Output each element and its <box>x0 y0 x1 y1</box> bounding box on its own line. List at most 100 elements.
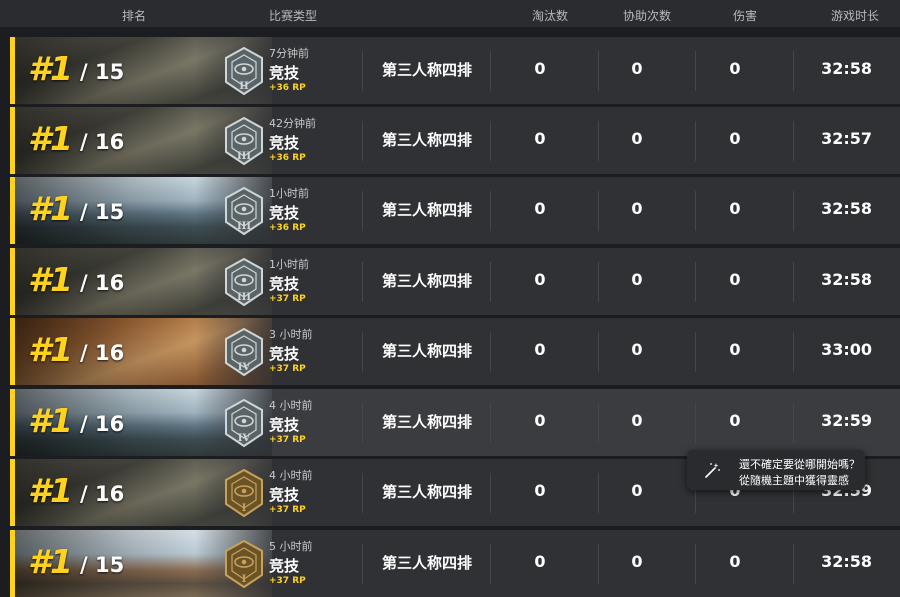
column-divider <box>362 473 363 513</box>
damage-value: 0 <box>729 552 741 571</box>
header-match-type: 比赛类型 <box>269 9 318 23</box>
placement-total: / 16 <box>80 482 125 506</box>
match-row[interactable]: #1 / 15 I 5 小时前 竞技 +37 RP 第三人称四排 0 0 0 32:58 <box>10 530 900 597</box>
column-divider <box>490 403 491 443</box>
table-header: 排名 比赛类型 淘汰数 协助次数 伤害 游戏时长 <box>0 0 900 27</box>
column-divider <box>598 191 599 231</box>
rp-gain: +37 RP <box>269 294 306 304</box>
rank-badge-icon: III <box>218 115 270 167</box>
rank-badge-icon: III <box>218 256 270 308</box>
kills-value: 0 <box>534 340 546 359</box>
svg-text:IV: IV <box>238 433 251 444</box>
column-divider <box>793 544 794 584</box>
rank-badge-icon: I <box>218 538 270 590</box>
svg-text:IV: IV <box>238 362 251 373</box>
assists-value: 0 <box>631 270 643 289</box>
rp-gain: +36 RP <box>269 83 306 93</box>
match-type: 第三人称四排 <box>382 413 473 431</box>
column-divider <box>490 332 491 372</box>
match-time-ago: 1小时前 <box>269 258 309 271</box>
match-time-ago: 5 小时前 <box>269 540 313 553</box>
column-divider <box>598 473 599 513</box>
column-divider <box>598 544 599 584</box>
damage-value: 0 <box>729 199 741 218</box>
placement-rank: #1 <box>28 542 73 581</box>
match-type: 第三人称四排 <box>382 201 473 219</box>
kills-value: 0 <box>534 270 546 289</box>
match-mode: 竞技 <box>269 486 300 504</box>
column-divider <box>362 191 363 231</box>
inspiration-tooltip[interactable]: 還不確定要從哪開始嗎？ 從隨機主題中獲得靈感 <box>687 450 865 490</box>
placement-rank: #1 <box>28 260 73 299</box>
tooltip-line-2: 從隨機主題中獲得靈感 <box>739 474 849 487</box>
match-mode: 竞技 <box>269 345 300 363</box>
column-divider <box>362 403 363 443</box>
header-assists: 协助次数 <box>623 9 672 23</box>
assists-value: 0 <box>631 340 643 359</box>
match-mode: 竞技 <box>269 275 300 293</box>
column-divider <box>695 262 696 302</box>
duration-value: 32:58 <box>821 552 872 571</box>
damage-value: 0 <box>729 129 741 148</box>
match-mode: 竞技 <box>269 134 300 152</box>
svg-text:I: I <box>242 503 247 514</box>
assists-value: 0 <box>631 552 643 571</box>
damage-value: 0 <box>729 411 741 430</box>
kills-value: 0 <box>534 552 546 571</box>
svg-text:III: III <box>237 221 251 232</box>
match-row[interactable]: #1 / 15 III 1小时前 竞技 +36 RP 第三人称四排 0 0 0 32:58 <box>10 177 900 244</box>
column-divider <box>490 544 491 584</box>
placement-rank: #1 <box>28 119 73 158</box>
match-time-ago: 4 小时前 <box>269 469 313 482</box>
match-row[interactable]: #1 / 16 IV 4 小时前 竞技 +37 RP 第三人称四排 0 0 0 32:59 <box>10 389 900 456</box>
duration-value: 32:59 <box>821 411 872 430</box>
match-type: 第三人称四排 <box>382 272 473 290</box>
column-divider <box>695 403 696 443</box>
column-divider <box>362 262 363 302</box>
column-divider <box>362 51 363 91</box>
svg-text:II: II <box>239 81 249 92</box>
column-divider <box>490 473 491 513</box>
placement-total: / 15 <box>80 553 125 577</box>
match-type: 第三人称四排 <box>382 483 473 501</box>
rank-badge-icon: IV <box>218 397 270 449</box>
column-divider <box>598 262 599 302</box>
match-type: 第三人称四排 <box>382 131 473 149</box>
column-divider <box>793 121 794 161</box>
placement-total: / 16 <box>80 271 125 295</box>
match-row[interactable]: #1 / 15 II 7分钟前 竞技 +36 RP 第三人称四排 0 0 0 32:58 <box>10 37 900 104</box>
svg-text:I: I <box>242 574 247 585</box>
assists-value: 0 <box>631 481 643 500</box>
column-divider <box>793 403 794 443</box>
match-mode: 竞技 <box>269 557 300 575</box>
svg-text:III: III <box>237 151 251 162</box>
column-divider <box>793 51 794 91</box>
duration-value: 32:58 <box>821 199 872 218</box>
match-type: 第三人称四排 <box>382 554 473 572</box>
column-divider <box>362 544 363 584</box>
svg-text:III: III <box>237 292 251 303</box>
assists-value: 0 <box>631 411 643 430</box>
header-rank: 排名 <box>122 9 147 23</box>
column-divider <box>598 121 599 161</box>
duration-value: 32:58 <box>821 270 872 289</box>
kills-value: 0 <box>534 199 546 218</box>
placement-total: / 16 <box>80 412 125 436</box>
rp-gain: +36 RP <box>269 153 306 163</box>
rp-gain: +37 RP <box>269 364 306 374</box>
assists-value: 0 <box>631 59 643 78</box>
placement-total: / 15 <box>80 200 125 224</box>
column-divider <box>490 191 491 231</box>
column-divider <box>793 191 794 231</box>
column-divider <box>362 332 363 372</box>
match-row[interactable]: #1 / 16 III 1小时前 竞技 +37 RP 第三人称四排 0 0 0 32:58 <box>10 248 900 315</box>
kills-value: 0 <box>534 411 546 430</box>
match-mode: 竞技 <box>269 204 300 222</box>
column-divider <box>793 332 794 372</box>
tooltip-line-1: 還不確定要從哪開始嗎？ <box>739 458 860 471</box>
rp-gain: +37 RP <box>269 435 306 445</box>
match-row[interactable]: #1 / 16 III 42分钟前 竞技 +36 RP 第三人称四排 0 0 0 32:57 <box>10 107 900 174</box>
match-row[interactable]: #1 / 16 IV 3 小时前 竞技 +37 RP 第三人称四排 0 0 0 33:00 <box>10 318 900 385</box>
placement-rank: #1 <box>28 471 73 510</box>
match-time-ago: 1小时前 <box>269 187 309 200</box>
